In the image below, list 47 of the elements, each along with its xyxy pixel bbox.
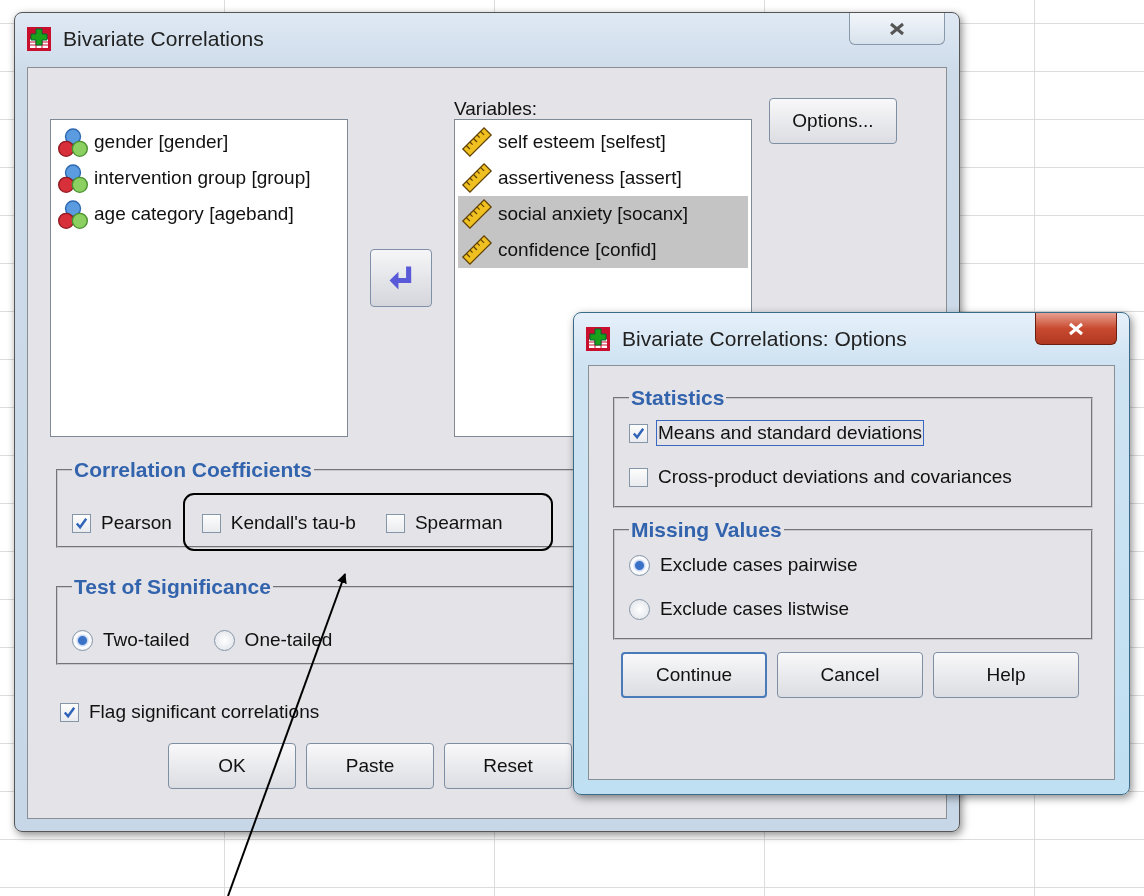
close-icon (889, 21, 905, 36)
nominal-variable-icon (56, 163, 90, 193)
dialog-button[interactable]: Reset (444, 743, 572, 789)
radio-button[interactable] (629, 598, 650, 620)
group-title: Correlation Coefficients (73, 458, 314, 482)
checkbox-label: Kendall's tau-b (229, 511, 357, 535)
checkbox-label: Pearson (100, 511, 173, 535)
group-title: Test of Significance (73, 575, 272, 599)
nominal-variable-icon (56, 127, 90, 157)
close-button[interactable] (849, 13, 945, 45)
dialog-button[interactable]: Cancel (777, 652, 923, 698)
nominal-variable-icon (56, 199, 90, 229)
checkbox[interactable] (72, 513, 91, 533)
checkbox[interactable] (629, 467, 648, 487)
close-button[interactable] (1035, 313, 1117, 345)
variable-list[interactable]: gender [gender] intervention group [group] age category [ageband] (50, 119, 348, 437)
checkbox[interactable] (629, 423, 648, 443)
list-item[interactable]: intervention group [group] (94, 167, 311, 189)
list-item[interactable]: assertiveness [assert] (498, 167, 682, 189)
checkbox[interactable] (201, 513, 221, 533)
checkbox-label: Means and standard deviations (656, 420, 925, 446)
radio-button[interactable] (72, 629, 93, 651)
list-item[interactable]: self esteem [selfest] (498, 131, 666, 153)
list-label: Variables: (454, 98, 539, 119)
options-button[interactable]: Options... (769, 98, 897, 144)
dialog-button[interactable]: Help (933, 652, 1079, 698)
window-title: Bivariate Correlations (63, 27, 264, 51)
radio-label: Two-tailed (102, 628, 191, 652)
checkbox[interactable] (385, 513, 405, 533)
app-icon (27, 27, 51, 51)
dialog-button[interactable]: OK (168, 743, 296, 789)
checkbox-label: Cross-product deviations and covariances (657, 465, 1013, 489)
group-title: Missing Values (630, 518, 783, 542)
close-icon (1068, 321, 1084, 336)
checkbox-label: Spearman (413, 511, 504, 535)
group-title: Statistics (630, 386, 726, 410)
radio-label: Exclude cases pairwise (659, 553, 859, 577)
radio-label: Exclude cases listwise (659, 597, 851, 621)
checkbox[interactable] (60, 702, 79, 722)
app-icon (586, 327, 610, 351)
dialog-button[interactable]: Continue (621, 652, 767, 698)
radio-button[interactable] (213, 629, 235, 651)
move-button[interactable] (370, 249, 432, 307)
radio-button[interactable] (629, 554, 650, 576)
dialog-button[interactable]: Paste (306, 743, 434, 789)
list-item[interactable]: gender [gender] (94, 131, 229, 153)
list-item[interactable]: age category [ageband] (94, 203, 294, 225)
